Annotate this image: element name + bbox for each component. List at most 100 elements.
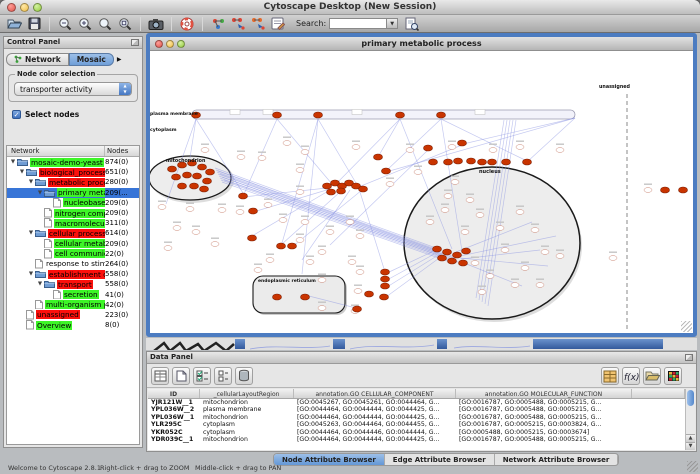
selected-transporter-node[interactable]	[249, 208, 258, 214]
go-term-node[interactable]	[211, 242, 219, 247]
selected-transporter-node[interactable]	[453, 252, 462, 258]
tree-row[interactable]: ▼mosaic-demo-yeast874(0)	[7, 157, 139, 167]
go-term-node[interactable]	[406, 148, 414, 153]
selected-transporter-node[interactable]	[382, 168, 391, 174]
go-term-node[interactable]	[496, 226, 504, 231]
table-scrollbar[interactable]: ▲ ▼	[685, 389, 695, 450]
open-attribute-file-button[interactable]	[643, 367, 661, 385]
go-term-node[interactable]	[296, 190, 304, 195]
go-term-node[interactable]	[264, 203, 272, 208]
edge[interactable]	[334, 119, 400, 186]
selected-transporter-node[interactable]	[381, 276, 390, 282]
selected-transporter-node[interactable]	[200, 186, 209, 192]
selected-transporter-node[interactable]	[448, 258, 457, 264]
go-term-node[interactable]	[218, 208, 226, 213]
membrane-go-node[interactable]	[475, 110, 485, 115]
selected-transporter-node[interactable]	[443, 249, 452, 255]
search-input[interactable]	[329, 18, 387, 29]
toolbar-save-button[interactable]	[26, 16, 42, 32]
table-row[interactable]: YKR052Ccytoplasm[GO:0044464, GO:0044446,…	[148, 429, 685, 436]
tree-row[interactable]: macromolecule311(0)	[7, 218, 139, 228]
scroll-up-icon[interactable]: ▲	[686, 434, 695, 442]
edge[interactable]	[302, 190, 350, 260]
selected-transporter-node[interactable]	[661, 187, 670, 193]
membrane-go-node[interactable]	[230, 110, 240, 115]
go-term-node[interactable]	[318, 306, 326, 311]
selected-transporter-node[interactable]	[337, 188, 346, 194]
selected-transporter-node[interactable]	[679, 187, 688, 193]
selected-transporter-node[interactable]	[380, 294, 389, 300]
selected-transporter-node[interactable]	[478, 159, 487, 165]
go-term-node[interactable]	[306, 260, 314, 265]
selected-transporter-node[interactable]	[462, 248, 471, 254]
go-term-node[interactable]	[466, 198, 474, 203]
selected-transporter-node[interactable]	[458, 140, 467, 146]
toolbar-snapshot-button[interactable]	[148, 16, 164, 32]
go-term-node[interactable]	[192, 230, 200, 235]
background-window-titlebar[interactable]	[533, 339, 663, 349]
tree-row[interactable]: Overview8(0)	[7, 320, 139, 330]
selected-transporter-node[interactable]	[424, 145, 433, 151]
selected-transporter-node[interactable]	[190, 183, 199, 189]
selected-transporter-node[interactable]	[323, 183, 332, 189]
column-header[interactable]: _cellularLayoutRegion	[200, 389, 294, 398]
go-term-node[interactable]	[237, 155, 245, 160]
go-term-node[interactable]	[556, 148, 564, 153]
selected-transporter-node[interactable]	[359, 186, 368, 192]
toolbar-expand-selection-button[interactable]	[250, 16, 266, 32]
go-term-node[interactable]	[296, 168, 304, 173]
tree-row[interactable]: nitrogen compo209(0)	[7, 208, 139, 218]
tab-overflow-icon[interactable]: ▶	[117, 56, 122, 63]
column-header[interactable]: ID	[148, 389, 200, 398]
membrane-go-node[interactable]	[263, 110, 273, 115]
tree-row[interactable]: ▼biological_process651(0)	[7, 167, 139, 177]
go-term-node[interactable]	[173, 226, 181, 231]
go-term-node[interactable]	[511, 283, 519, 288]
table-row[interactable]: YJR121W__1mitochondrion[GO:0045267, GO:0…	[148, 399, 685, 406]
tree-row[interactable]: ▼transport558(0)	[7, 279, 139, 289]
network-canvas[interactable]: plasma membrane cytoplasm mitochondrion …	[150, 51, 693, 333]
tree-row[interactable]: ▼cellular process614(0)	[7, 228, 139, 238]
background-window-titlebar[interactable]	[333, 339, 345, 349]
tree-row[interactable]: ▼establishment of lo558(0)	[7, 269, 139, 279]
go-term-node[interactable]	[441, 208, 449, 213]
formula-builder-button[interactable]: f(x)	[622, 367, 640, 385]
selected-transporter-node[interactable]	[327, 189, 336, 195]
edge[interactable]	[441, 119, 527, 161]
go-term-node[interactable]	[266, 258, 274, 263]
selected-transporter-node[interactable]	[374, 154, 383, 160]
expander-icon[interactable]: ▼	[27, 230, 35, 236]
selected-transporter-node[interactable]	[381, 269, 390, 275]
go-term-node[interactable]	[501, 248, 509, 253]
selected-transporter-node[interactable]	[288, 243, 297, 249]
go-term-node[interactable]	[356, 270, 364, 275]
import-table-button[interactable]	[601, 367, 619, 385]
go-term-node[interactable]	[448, 145, 456, 150]
go-term-node[interactable]	[531, 228, 539, 233]
selected-transporter-node[interactable]	[437, 112, 446, 118]
toolbar-zoom-fit-button[interactable]	[117, 16, 133, 32]
edge[interactable]	[463, 118, 575, 144]
selected-transporter-node[interactable]	[454, 158, 463, 164]
column-header[interactable]: annotation.GO MOLECULAR_FUNCTION	[456, 389, 632, 398]
go-term-node[interactable]	[326, 230, 334, 235]
selected-transporter-node[interactable]	[168, 166, 177, 172]
go-term-node[interactable]	[301, 220, 309, 225]
go-term-node[interactable]	[164, 246, 172, 251]
tab-node-attribute-browser[interactable]: Node Attribute Browser	[274, 454, 385, 465]
tab-network[interactable]: Network	[6, 53, 69, 66]
toolbar-select-first-neighbors-button[interactable]	[230, 16, 246, 32]
tree-row[interactable]: multi-organism pro42(0)	[7, 300, 139, 310]
go-term-node[interactable]	[426, 220, 434, 225]
go-term-node[interactable]	[516, 210, 524, 215]
tab-network-attribute-browser[interactable]: Network Attribute Browser	[495, 454, 619, 465]
expander-icon[interactable]: ▼	[9, 159, 17, 165]
go-term-node[interactable]	[318, 250, 326, 255]
toolbar-help-button[interactable]	[179, 16, 195, 32]
selected-transporter-node[interactable]	[429, 159, 438, 165]
go-term-node[interactable]	[644, 188, 652, 193]
selected-transporter-node[interactable]	[438, 255, 447, 261]
background-window-titlebar[interactable]	[235, 339, 245, 349]
go-term-node[interactable]	[609, 256, 617, 261]
tab-edge-attribute-browser[interactable]: Edge Attribute Browser	[385, 454, 495, 465]
